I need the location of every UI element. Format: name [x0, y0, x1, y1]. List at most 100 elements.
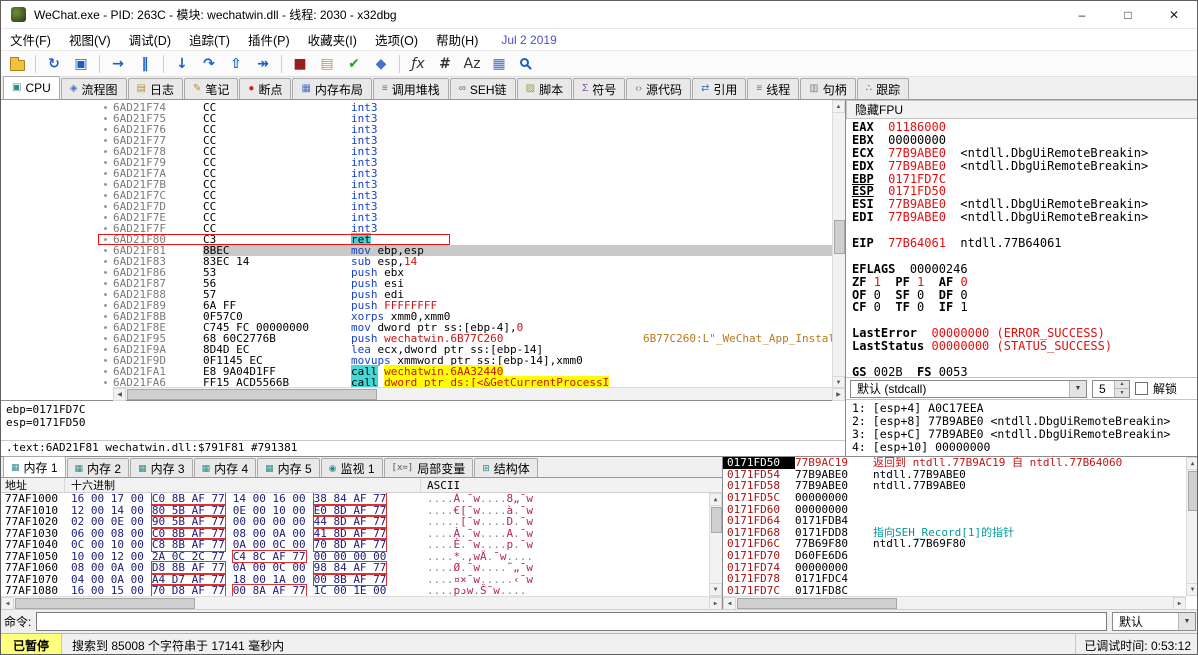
step-into-button[interactable]: ↓	[169, 53, 195, 75]
chevron-down-icon[interactable]	[1178, 613, 1195, 630]
command-input[interactable]	[36, 612, 1107, 631]
patches-hash-button[interactable]: #	[432, 53, 458, 75]
close-button[interactable]: ✕	[1151, 1, 1197, 28]
tab-trace[interactable]: ∴跟踪	[857, 78, 909, 99]
step-over-button[interactable]: ↷	[196, 53, 222, 75]
run-to-user-code-button[interactable]: ↠	[250, 53, 276, 75]
scroll-left-arrow[interactable]	[113, 388, 126, 401]
register-line[interactable]: LastStatus 00000000 (STATUS_SUCCESS)	[852, 340, 1193, 353]
find-button[interactable]	[513, 53, 539, 75]
breakpoint-dot[interactable]	[104, 304, 107, 307]
breakpoint-dot[interactable]	[104, 293, 107, 296]
register-line[interactable]: EDI 77B9ABE0 <ntdll.DbgUiRemoteBreakin>	[852, 211, 1193, 224]
memory-horizontal-scrollbar[interactable]	[1, 596, 722, 609]
tab-cpu[interactable]: ▣CPU	[3, 76, 60, 99]
stop-button[interactable]: ▣	[68, 53, 94, 75]
execute-till-return-button[interactable]: ⇧	[223, 53, 249, 75]
memory-row[interactable]: 77AF10400C 00 10 00C8 8B AF 770A 00 0C 0…	[1, 539, 709, 551]
tab-script[interactable]: ▨脚本	[517, 78, 572, 99]
tab-references[interactable]: ⇄引用	[692, 78, 746, 99]
tab-watch1[interactable]: ◉监视 1	[321, 458, 383, 477]
run-button[interactable]: →	[105, 53, 131, 75]
unlock-checkbox[interactable]	[1135, 382, 1148, 395]
menu-item-1[interactable]: 视图(V)	[60, 29, 120, 50]
stack-row[interactable]: 0171FD780171FDC4	[723, 573, 1186, 585]
command-profile-select[interactable]: 默认	[1112, 612, 1196, 631]
notes-button[interactable]: ▤	[314, 53, 340, 75]
memory-row[interactable]: 77AF108016 00 15 0070 D8 AF 7700 8A AF 7…	[1, 585, 709, 596]
breakpoint-dot[interactable]	[104, 348, 107, 351]
script-fx-button[interactable]: ƒx	[405, 53, 431, 75]
stack-row[interactable]: 0171FD5077B9AC19返回到 ntdll.77B9AC19 自 ntd…	[723, 457, 1186, 469]
breakpoint-dot[interactable]	[104, 227, 107, 230]
scylla-button[interactable]: ■	[287, 53, 313, 75]
breakpoint-dot[interactable]	[104, 139, 107, 142]
argument-line[interactable]: 4: [esp+10] 00000000	[852, 441, 1193, 454]
memory-row[interactable]: 77AF102002 00 0E 0090 5B AF 7700 00 00 0…	[1, 516, 709, 528]
scroll-up-arrow[interactable]	[832, 100, 845, 113]
scroll-right-arrow[interactable]	[832, 388, 845, 401]
scrollbar-thumb[interactable]	[127, 389, 377, 400]
breakpoint-dot[interactable]	[104, 161, 107, 164]
stack-row[interactable]: 0171FD6000000000	[723, 504, 1186, 516]
stack-row[interactable]: 0171FD5C00000000	[723, 492, 1186, 504]
breakpoint-dot[interactable]	[104, 216, 107, 219]
scrollbar-thumb[interactable]	[737, 598, 897, 609]
breakpoint-dot[interactable]	[104, 117, 107, 120]
menu-item-0[interactable]: 文件(F)	[1, 29, 60, 50]
tab-dump4[interactable]: ▦内存 4	[194, 458, 257, 477]
scroll-up-arrow[interactable]	[1186, 457, 1198, 470]
breakpoint-dot[interactable]	[104, 326, 107, 329]
stack-vertical-scrollbar[interactable]	[1186, 457, 1198, 596]
hide-fpu-button[interactable]: 隐藏FPU	[846, 100, 1198, 119]
register-line[interactable]: EIP 77B64061 ntdll.77B64061	[852, 237, 1193, 250]
menu-item-6[interactable]: 选项(O)	[366, 29, 427, 50]
tab-log[interactable]: ▤日志	[128, 78, 183, 99]
tab-locals[interactable]: [x=]局部变量	[384, 458, 474, 477]
memory-row[interactable]: 77AF100016 00 17 00C0 8B AF 7714 00 16 0…	[1, 493, 709, 505]
minimize-button[interactable]: –	[1059, 1, 1105, 28]
scrollbar-thumb[interactable]	[711, 507, 722, 533]
calling-convention-select[interactable]: 默认 (stdcall)	[850, 380, 1087, 398]
menu-item-5[interactable]: 收藏夹(I)	[299, 29, 366, 50]
breakpoint-dot[interactable]	[104, 150, 107, 153]
tab-source[interactable]: ‹›源代码	[626, 78, 691, 99]
register-line[interactable]: CF 0 TF 0 IF 1	[852, 301, 1193, 314]
menu-item-4[interactable]: 插件(P)	[239, 29, 299, 50]
open-file-button[interactable]	[4, 53, 30, 75]
stack-row[interactable]: 0171FD5877B9ABE0ntdll.77B9ABE0	[723, 480, 1186, 492]
register-line[interactable]: GS 002B FS 0053	[852, 366, 1193, 377]
stack-pane[interactable]: 0171FD5077B9AC19返回到 ntdll.77B9AC19 自 ntd…	[723, 457, 1198, 609]
breakpoint-dot[interactable]	[104, 205, 107, 208]
breakpoint-dot[interactable]	[104, 183, 107, 186]
breakpoint-dot[interactable]	[104, 238, 107, 241]
args-count-spinner[interactable]: 5	[1092, 380, 1130, 398]
title-bar[interactable]: WeChat.exe - PID: 263C - 模块: wechatwin.d…	[1, 1, 1197, 29]
stack-row[interactable]: 0171FD7400000000	[723, 562, 1186, 574]
disasm-horizontal-scrollbar[interactable]	[113, 387, 845, 400]
tab-notes[interactable]: ✎笔记	[184, 78, 238, 99]
stack-row[interactable]: 0171FD6C77B69F80ntdll.77B69F80	[723, 538, 1186, 550]
breakpoint-dot[interactable]	[104, 271, 107, 274]
tab-symbols[interactable]: Σ符号	[573, 78, 625, 99]
patch-button[interactable]: ◆	[368, 53, 394, 75]
tab-handles[interactable]: ▥句柄	[800, 78, 855, 99]
scroll-down-arrow[interactable]	[709, 583, 722, 596]
disassembly-pane[interactable]: 6AD21F74CCint36AD21F75CCint36AD21F76CCin…	[1, 100, 846, 456]
menu-item-3[interactable]: 追踪(T)	[180, 29, 239, 50]
disasm-row[interactable]: 6AD21FA6FF15 ACD5566Bcall dword ptr ds:[…	[1, 377, 845, 387]
breakpoint-dot[interactable]	[104, 337, 107, 340]
spinner-down-icon[interactable]	[1114, 388, 1129, 397]
font-case-button[interactable]: Az	[459, 53, 485, 75]
menu-item-7[interactable]: 帮助(H)	[427, 29, 487, 50]
memory-row[interactable]: 77AF106008 00 0A 00D8 8B AF 770A 00 0C 0…	[1, 562, 709, 574]
breakpoint-dot[interactable]	[104, 106, 107, 109]
tab-dump1[interactable]: ▦内存 1	[3, 456, 66, 477]
disasm-vertical-scrollbar[interactable]	[832, 100, 845, 389]
tab-dump3[interactable]: ▦内存 3	[130, 458, 193, 477]
restart-button[interactable]: ↻	[41, 53, 67, 75]
checksum-button[interactable]: ✔	[341, 53, 367, 75]
breakpoint-dot[interactable]	[104, 315, 107, 318]
scrollbar-thumb[interactable]	[834, 220, 845, 254]
memory-vertical-scrollbar[interactable]	[709, 493, 722, 596]
